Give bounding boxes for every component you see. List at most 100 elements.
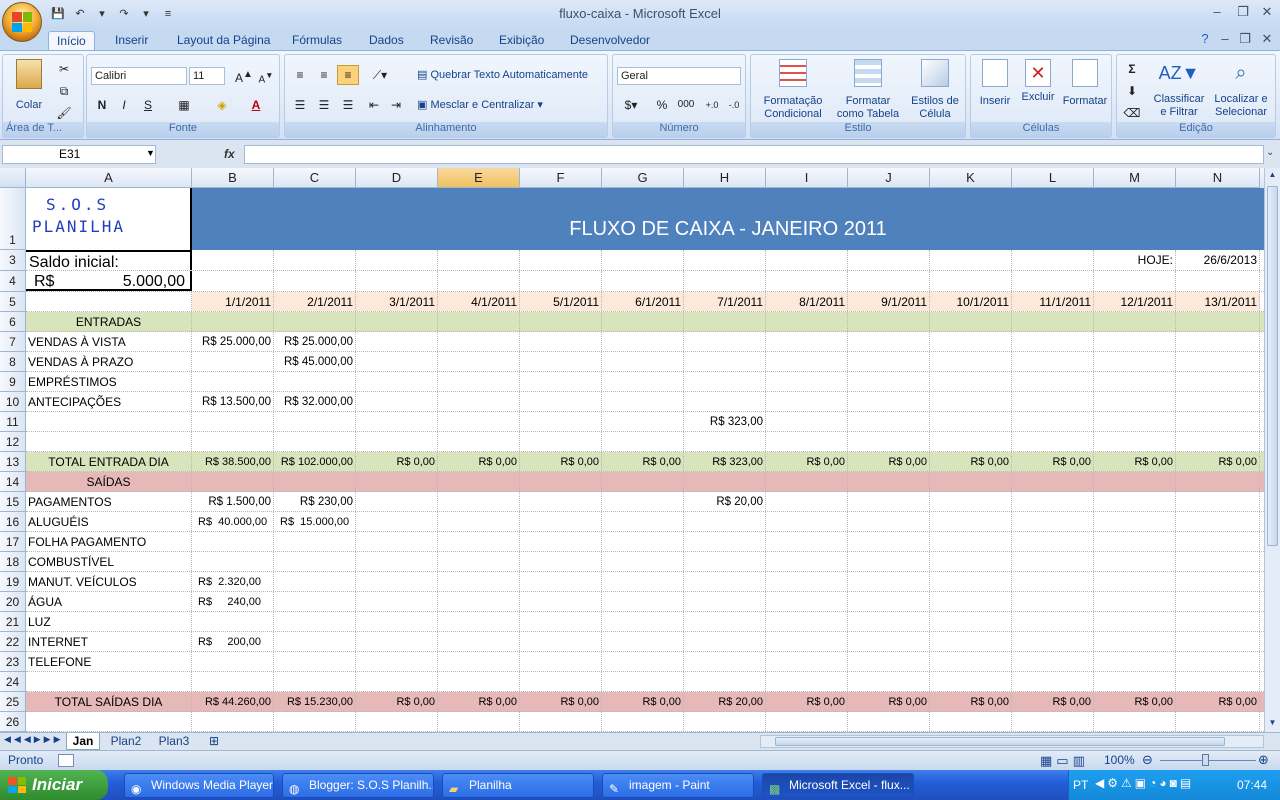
fill-color-icon[interactable]: ◈	[211, 95, 233, 115]
cell-k[interactable]	[930, 250, 1012, 270]
total-saidas-value[interactable]: R$ 0,00	[1176, 692, 1260, 711]
cell-k[interactable]	[930, 552, 1012, 571]
align-center-icon[interactable]: ☰	[313, 95, 335, 115]
cell-e[interactable]	[438, 632, 520, 651]
total-saidas-value[interactable]: R$ 0,00	[1012, 692, 1094, 711]
row-header-8[interactable]: 8	[0, 352, 26, 372]
total-saidas-value[interactable]: R$ 20,00	[684, 692, 766, 711]
row-label[interactable]: FOLHA PAGAMENTO	[26, 532, 192, 551]
cell-m[interactable]	[1094, 612, 1176, 631]
borders-icon[interactable]: ▦	[173, 95, 195, 115]
cell-m[interactable]	[1094, 652, 1176, 671]
cell-n[interactable]	[1176, 532, 1260, 551]
cell-e[interactable]	[438, 712, 520, 731]
sheet-tab-plan3[interactable]: Plan3	[152, 733, 196, 750]
cell-e[interactable]	[438, 372, 520, 391]
cell-d[interactable]	[356, 592, 438, 611]
cell-h[interactable]: R$ 20,00	[684, 492, 766, 511]
total-entrada-value[interactable]: R$ 102.000,00	[274, 452, 356, 471]
new-sheet-icon[interactable]: ⊞	[202, 733, 226, 750]
cell-j[interactable]	[848, 492, 930, 511]
row-header-25[interactable]: 25	[0, 692, 26, 712]
cell-f[interactable]	[520, 672, 602, 691]
clear-icon[interactable]: ⌫	[1121, 103, 1143, 123]
date-header[interactable]: 12/1/2011	[1094, 292, 1176, 311]
row-header-1[interactable]: 1	[0, 188, 26, 250]
cell-m[interactable]	[1094, 512, 1176, 531]
cell-c[interactable]: R$ 25.000,00	[274, 332, 356, 351]
date-header[interactable]: 6/1/2011	[602, 292, 684, 311]
cell-e[interactable]	[438, 271, 520, 291]
cell-l[interactable]	[1012, 612, 1094, 631]
cell-g[interactable]	[602, 652, 684, 671]
cell-i[interactable]	[766, 432, 848, 451]
cell-n[interactable]	[1176, 271, 1260, 291]
cell-e[interactable]	[438, 392, 520, 411]
cell-l[interactable]	[1012, 332, 1094, 351]
cell-m[interactable]	[1094, 672, 1176, 691]
cell-m[interactable]	[1094, 552, 1176, 571]
cell-g[interactable]	[602, 632, 684, 651]
task-excel[interactable]: ▩ Microsoft Excel - flux...	[762, 773, 914, 798]
cell-i[interactable]	[766, 652, 848, 671]
copy-icon[interactable]: ⧉	[53, 81, 75, 101]
cell-f[interactable]	[520, 352, 602, 371]
cell-i[interactable]	[766, 312, 848, 331]
cell-c[interactable]: R$ 15.000,00	[274, 512, 356, 531]
minimize-button[interactable]: –	[1206, 4, 1228, 20]
cell-b[interactable]	[192, 432, 274, 451]
cell-n[interactable]	[1176, 432, 1260, 451]
column-header-a[interactable]: A	[26, 168, 192, 188]
cell-i[interactable]	[766, 552, 848, 571]
cell-d[interactable]	[356, 652, 438, 671]
cell-l[interactable]	[1012, 512, 1094, 531]
cell-c[interactable]	[274, 312, 356, 331]
row-header-5[interactable]: 5	[0, 292, 26, 312]
row-header-20[interactable]: 20	[0, 592, 26, 612]
date-header[interactable]: 1/1/2011	[192, 292, 274, 311]
saidas-header[interactable]: SAÍDAS	[26, 472, 192, 491]
select-all-button[interactable]	[0, 168, 26, 188]
close-button[interactable]: ✕	[1256, 4, 1278, 20]
find-select-button[interactable]: ⌕ Localizar e Selecionar	[1209, 59, 1273, 119]
cell-d[interactable]	[356, 552, 438, 571]
cell-m[interactable]	[1094, 592, 1176, 611]
zoom-in-icon[interactable]: ⊕	[1258, 752, 1269, 768]
cell-g[interactable]	[602, 612, 684, 631]
cell-i[interactable]	[766, 412, 848, 431]
cell-h[interactable]	[684, 572, 766, 591]
decrease-indent-icon[interactable]: ⇤	[363, 95, 385, 115]
name-box-dropdown-icon[interactable]: ▼	[146, 148, 155, 158]
increase-decimal-icon[interactable]: +.0	[701, 95, 723, 115]
cell-d[interactable]	[356, 332, 438, 351]
cell-f[interactable]	[520, 392, 602, 411]
cell-l[interactable]	[1012, 532, 1094, 551]
cell-b[interactable]	[192, 271, 274, 291]
cell-l[interactable]	[1012, 492, 1094, 511]
today-label[interactable]: HOJE:	[1094, 250, 1176, 270]
cell-n[interactable]	[1176, 312, 1260, 331]
cell-e[interactable]	[438, 612, 520, 631]
cell-g[interactable]	[602, 332, 684, 351]
cell-d[interactable]	[356, 271, 438, 291]
cell-h[interactable]	[684, 632, 766, 651]
cell-f[interactable]	[520, 552, 602, 571]
close-workbook-button[interactable]: ✕	[1256, 31, 1278, 47]
cell-h[interactable]	[684, 432, 766, 451]
office-button[interactable]	[2, 2, 42, 42]
cell-i[interactable]	[766, 271, 848, 291]
cell-k[interactable]	[930, 612, 1012, 631]
cell-c[interactable]	[274, 592, 356, 611]
cell-n[interactable]	[1176, 712, 1260, 731]
date-header[interactable]: 9/1/2011	[848, 292, 930, 311]
cell-i[interactable]	[766, 492, 848, 511]
cell-h[interactable]	[684, 332, 766, 351]
cell-d[interactable]	[356, 412, 438, 431]
cell-f[interactable]	[520, 712, 602, 731]
expand-formula-icon[interactable]: ⌄	[1266, 147, 1274, 158]
tab-exibicao[interactable]: Exibição	[491, 31, 552, 50]
row-label[interactable]: ÁGUA	[26, 592, 192, 611]
cell-n[interactable]	[1176, 332, 1260, 351]
cell-m[interactable]	[1094, 712, 1176, 731]
cell-e[interactable]	[438, 592, 520, 611]
